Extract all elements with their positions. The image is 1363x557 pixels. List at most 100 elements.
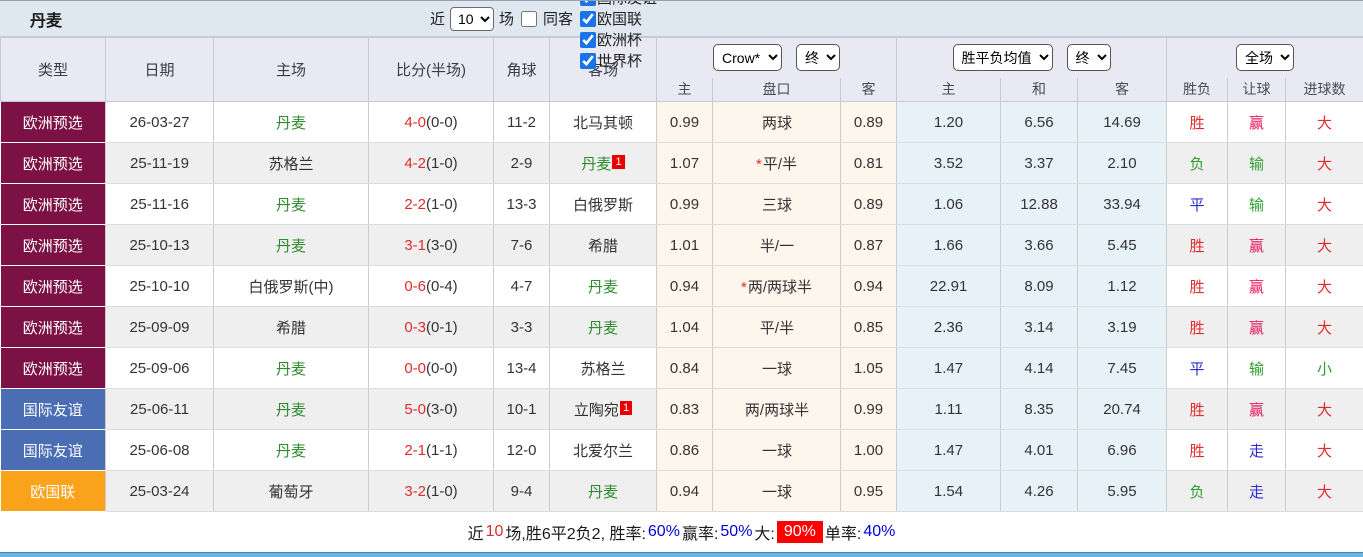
away-team-cell: 北爱尔兰 bbox=[549, 429, 657, 471]
avg-away-value: 20.74 bbox=[1077, 388, 1168, 430]
col-header-odds-away: 客 bbox=[839, 77, 898, 102]
same-away-checkbox[interactable] bbox=[521, 10, 538, 27]
away-team-link[interactable]: 立陶宛 bbox=[574, 402, 619, 419]
avg-time-select[interactable]: 终 bbox=[1066, 44, 1111, 72]
home-team-cell: 苏格兰 bbox=[213, 142, 369, 184]
score-cell: 2-2(1-0) bbox=[368, 183, 494, 225]
away-team-link[interactable]: 丹麦 bbox=[588, 279, 618, 296]
match-history-panel: 丹麦 近 10 场 同客 欧洲预选 国际友谊 欧国联 欧洲杯 世界杯 bbox=[0, 0, 1363, 557]
result-win-loss: 负 bbox=[1166, 470, 1229, 512]
result-goals: 大 bbox=[1285, 429, 1363, 471]
corner-score: 12-0 bbox=[493, 429, 550, 471]
home-team-link[interactable]: 丹麦 bbox=[276, 443, 306, 460]
result-handicap: 输 bbox=[1227, 142, 1287, 184]
away-team-link[interactable]: 希腊 bbox=[588, 238, 618, 255]
result-goals: 大 bbox=[1285, 388, 1363, 430]
home-team-link[interactable]: 希腊 bbox=[276, 320, 306, 337]
avg-draw-value: 3.37 bbox=[1000, 142, 1079, 184]
avg-away-value: 7.45 bbox=[1077, 347, 1168, 389]
league-filter-label: 国际友谊 bbox=[597, 1, 657, 8]
odds-home-value: 0.94 bbox=[656, 265, 713, 307]
match-type-badge: 欧洲预选 bbox=[0, 306, 106, 348]
period-select[interactable]: 全场 bbox=[1236, 44, 1295, 72]
halftime-score: (0-0) bbox=[426, 113, 458, 131]
table-row: 欧洲预选 25-11-16 丹麦 2-2(1-0) 13-3 白俄罗斯 0.99… bbox=[0, 183, 1363, 225]
result-group-header: 全场 bbox=[1166, 37, 1363, 78]
away-team-link[interactable]: 北马其顿 bbox=[573, 115, 633, 132]
halftime-score: (0-1) bbox=[426, 318, 458, 336]
away-team-link[interactable]: 丹麦 bbox=[588, 484, 618, 501]
summary-win-pct: 50% bbox=[720, 522, 753, 540]
corner-score: 7-6 bbox=[493, 224, 550, 266]
league-filter-checkbox[interactable] bbox=[580, 52, 597, 69]
league-filter: 欧国联 bbox=[578, 8, 657, 29]
away-team-link[interactable]: 白俄罗斯 bbox=[573, 197, 633, 214]
match-type-badge: 欧洲预选 bbox=[0, 265, 106, 307]
filter-toolbar: 近 10 场 同客 欧洲预选 国际友谊 欧国联 欧洲杯 世界杯 bbox=[430, 1, 657, 70]
result-handicap: 赢 bbox=[1227, 101, 1287, 143]
avg-draw-value: 4.26 bbox=[1000, 470, 1079, 512]
avg-type-select[interactable]: 胜平负均值 bbox=[952, 44, 1053, 72]
odds-group-header: Crow* 终 bbox=[655, 37, 898, 78]
handicap-value: 半/一 bbox=[712, 224, 841, 266]
league-filter: 世界杯 bbox=[578, 50, 657, 71]
score-cell: 0-6(0-4) bbox=[368, 265, 494, 307]
halftime-score: (3-0) bbox=[426, 400, 458, 418]
odds-provider-select[interactable]: Crow* bbox=[713, 44, 783, 72]
away-team-link[interactable]: 北爱尔兰 bbox=[573, 443, 633, 460]
avg-home-value: 1.11 bbox=[896, 388, 1002, 430]
match-date: 26-03-27 bbox=[105, 101, 214, 143]
league-filter-checkbox[interactable] bbox=[580, 31, 597, 48]
halftime-score: (0-4) bbox=[426, 277, 458, 295]
home-team-link[interactable]: 丹麦 bbox=[276, 238, 306, 255]
home-team-link[interactable]: 丹麦 bbox=[276, 402, 306, 419]
home-team-cell: 丹麦 bbox=[213, 388, 369, 430]
result-goals: 大 bbox=[1285, 183, 1363, 225]
home-team-link[interactable]: 苏格兰 bbox=[268, 156, 313, 173]
recent-count-select[interactable]: 10 bbox=[450, 6, 495, 31]
match-date: 25-11-16 bbox=[105, 183, 214, 225]
result-goals: 大 bbox=[1285, 265, 1363, 307]
handicap-value: 三球 bbox=[712, 183, 841, 225]
result-handicap: 赢 bbox=[1227, 265, 1287, 307]
away-team-link[interactable]: 苏格兰 bbox=[580, 361, 625, 378]
handicap-text: 半/一 bbox=[759, 237, 795, 255]
away-team-cell: 丹麦 1 bbox=[549, 142, 657, 184]
avg-draw-value: 6.56 bbox=[1000, 101, 1079, 143]
league-filter-checkbox[interactable] bbox=[580, 10, 597, 27]
odds-time-select[interactable]: 终 bbox=[796, 44, 841, 72]
score-cell: 3-2(1-0) bbox=[368, 470, 494, 512]
home-team-link[interactable]: 葡萄牙 bbox=[268, 484, 313, 501]
handicap-text: 两球 bbox=[761, 114, 792, 132]
home-team-cell: 丹麦 bbox=[213, 101, 369, 143]
handicap-text: 一球 bbox=[761, 442, 792, 460]
home-team-link[interactable]: 丹麦 bbox=[276, 361, 306, 378]
handicap-text: 三球 bbox=[761, 196, 792, 214]
home-team-link[interactable]: 白俄罗斯(中) bbox=[249, 279, 334, 296]
away-team-link[interactable]: 丹麦 bbox=[588, 320, 618, 337]
avg-home-value: 1.66 bbox=[896, 224, 1002, 266]
match-date: 25-09-06 bbox=[105, 347, 214, 389]
home-team-cell: 丹麦 bbox=[213, 429, 369, 471]
avg-away-value: 5.45 bbox=[1077, 224, 1168, 266]
col-header-score: 比分(半场) bbox=[368, 37, 494, 102]
col-header-win-loss: 胜负 bbox=[1166, 77, 1229, 102]
odds-away-value: 0.95 bbox=[840, 470, 898, 512]
odds-home-value: 1.01 bbox=[656, 224, 713, 266]
league-filter-checkbox[interactable] bbox=[580, 1, 597, 6]
odds-home-value: 1.07 bbox=[656, 142, 713, 184]
col-header-odds-handicap: 盘口 bbox=[712, 77, 841, 102]
home-team-cell: 葡萄牙 bbox=[213, 470, 369, 512]
fulltime-score: 3-2 bbox=[404, 482, 426, 500]
away-team-link[interactable]: 丹麦 bbox=[581, 156, 611, 173]
result-goals: 大 bbox=[1285, 142, 1363, 184]
home-team-link[interactable]: 丹麦 bbox=[276, 115, 306, 132]
handicap-value: *平/半 bbox=[712, 142, 841, 184]
result-goals: 大 bbox=[1285, 101, 1363, 143]
home-team-link[interactable]: 丹麦 bbox=[276, 197, 306, 214]
score-cell: 4-2(1-0) bbox=[368, 142, 494, 184]
avg-away-value: 14.69 bbox=[1077, 101, 1168, 143]
col-header-corners: 角球 bbox=[493, 37, 550, 102]
page-title: 丹麦 bbox=[30, 12, 63, 30]
avg-draw-value: 4.14 bbox=[1000, 347, 1079, 389]
